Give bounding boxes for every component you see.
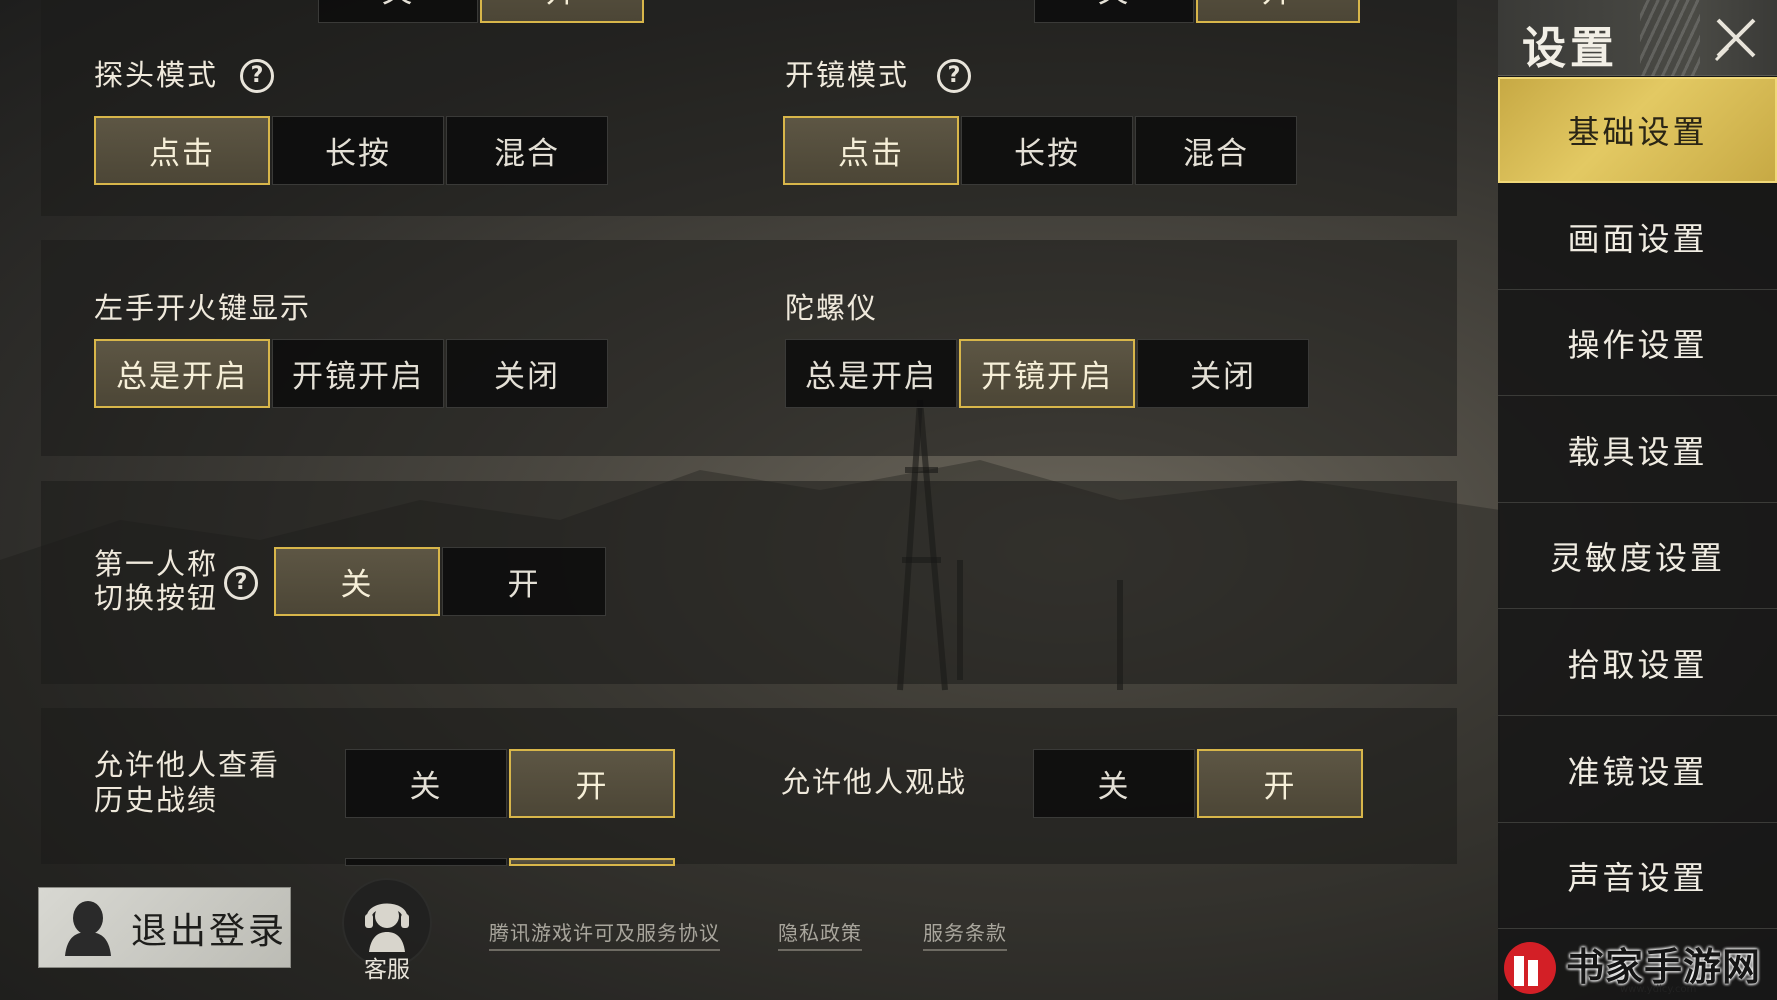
settings-title: 设置 [1522, 23, 1618, 74]
gyro-option-scope[interactable]: 开镜开启 [959, 339, 1135, 408]
peek-option-tap[interactable]: 点击 [94, 116, 270, 185]
left-fire-label: 左手开火键显示 [94, 291, 312, 325]
history-toggle[interactable]: 关 开 [345, 749, 677, 818]
option-off[interactable]: 关 [1034, 0, 1194, 23]
user-silhouette-icon [65, 900, 111, 956]
option-on[interactable]: 开 [480, 0, 644, 23]
top-right-toggle[interactable]: 关 开 [1034, 0, 1362, 23]
watermark-url: www.ydicy.com [1620, 984, 1697, 995]
left-fire-selector[interactable]: 总是开启 开镜开启 关闭 [94, 339, 610, 408]
scope-option-hold[interactable]: 长按 [961, 116, 1133, 185]
question-icon[interactable]: ? [224, 566, 258, 600]
option-off[interactable] [345, 858, 507, 866]
gyro-label: 陀螺仪 [785, 291, 879, 325]
peek-mode-label: 探头模式 [94, 58, 219, 92]
history-option-on[interactable]: 开 [509, 749, 675, 818]
sidebar-item-audio[interactable]: 声音设置 [1498, 823, 1777, 929]
license-agreement-link[interactable]: 腾讯游戏许可及服务协议 [489, 917, 720, 951]
sidebar-item-controls[interactable]: 操作设置 [1498, 290, 1777, 396]
first-person-label-line2: 切换按钮 [94, 581, 219, 615]
watermark-logo-icon [1504, 942, 1556, 994]
first-person-label-line1: 第一人称 [94, 547, 219, 581]
option-on[interactable] [509, 858, 675, 866]
question-icon[interactable]: ? [937, 59, 971, 93]
spectate-option-on[interactable]: 开 [1197, 749, 1363, 818]
gyro-option-off[interactable]: 关闭 [1137, 339, 1309, 408]
gyro-selector[interactable]: 总是开启 开镜开启 关闭 [785, 339, 1311, 408]
customer-service-button[interactable]: 客服 [340, 878, 434, 983]
peek-option-mixed[interactable]: 混合 [446, 116, 608, 185]
logout-label: 退出登录 [131, 910, 288, 952]
left-fire-option-off[interactable]: 关闭 [446, 339, 608, 408]
history-label-line1: 允许他人查看 [94, 748, 281, 782]
settings-sidebar: 设置 基础设置 画面设置 操作设置 载具设置 灵敏度设置 拾取设置 准镜设置 声… [1498, 0, 1777, 1000]
scope-mode-selector[interactable]: 点击 长按 混合 [783, 116, 1299, 185]
peek-option-hold[interactable]: 长按 [272, 116, 444, 185]
left-fire-option-always[interactable]: 总是开启 [94, 339, 270, 408]
option-off[interactable]: 关 [318, 0, 478, 23]
site-watermark: 书家手游网 www.ydicy.com [1500, 930, 1777, 1000]
peek-mode-selector[interactable]: 点击 长按 混合 [94, 116, 610, 185]
watermark-text: 书家手游网 [1566, 945, 1762, 989]
top-left-toggle[interactable]: 关 开 [318, 0, 646, 23]
sidebar-item-graphics[interactable]: 画面设置 [1498, 184, 1777, 290]
headset-icon [365, 903, 409, 952]
next-row-toggle[interactable] [345, 858, 677, 866]
sidebar-item-pickup[interactable]: 拾取设置 [1498, 610, 1777, 716]
scope-option-mixed[interactable]: 混合 [1135, 116, 1297, 185]
sidebar-item-scope[interactable]: 准镜设置 [1498, 717, 1777, 823]
question-icon[interactable]: ? [240, 59, 274, 93]
history-label-line2: 历史战绩 [94, 783, 219, 817]
close-icon[interactable] [1708, 10, 1764, 66]
spectate-label: 允许他人观战 [781, 765, 968, 799]
gyro-option-always[interactable]: 总是开启 [785, 339, 957, 408]
logout-button[interactable]: 退出登录 [38, 887, 291, 968]
terms-of-service-link[interactable]: 服务条款 [923, 917, 1007, 951]
first-person-option-off[interactable]: 关 [274, 547, 440, 616]
left-fire-option-scope[interactable]: 开镜开启 [272, 339, 444, 408]
history-option-off[interactable]: 关 [345, 749, 507, 818]
service-label: 客服 [364, 957, 410, 983]
scope-option-tap[interactable]: 点击 [783, 116, 959, 185]
first-person-toggle[interactable]: 关 开 [274, 547, 608, 616]
spectate-toggle[interactable]: 关 开 [1033, 749, 1365, 818]
header-decoration [1640, 0, 1700, 76]
scope-mode-label: 开镜模式 [785, 58, 910, 92]
spectate-option-off[interactable]: 关 [1033, 749, 1195, 818]
first-person-option-on[interactable]: 开 [442, 547, 606, 616]
option-on[interactable]: 开 [1196, 0, 1360, 23]
sidebar-header: 设置 [1498, 0, 1777, 76]
privacy-policy-link[interactable]: 隐私政策 [778, 917, 862, 951]
sidebar-item-basic[interactable]: 基础设置 [1498, 77, 1777, 183]
sidebar-item-sensitivity[interactable]: 灵敏度设置 [1498, 503, 1777, 609]
sidebar-item-vehicle[interactable]: 载具设置 [1498, 397, 1777, 503]
